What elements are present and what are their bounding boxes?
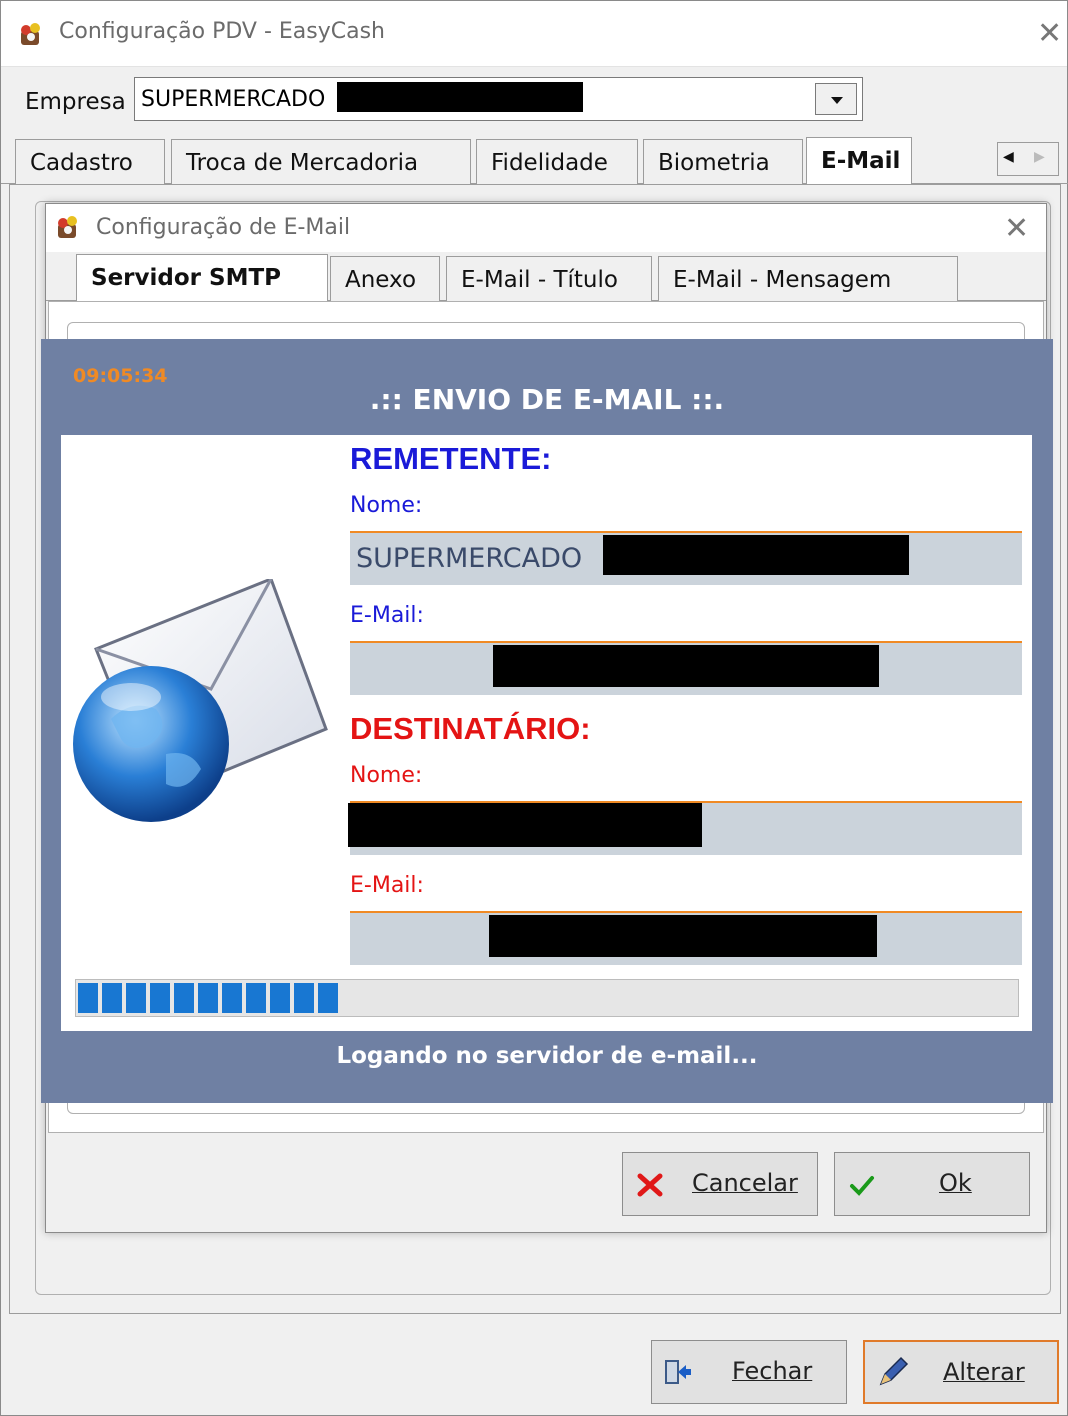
email-dialog-title: Configuração de E-Mail: [96, 215, 351, 240]
fechar-button[interactable]: Fechar: [651, 1340, 847, 1404]
progress-block: [294, 983, 314, 1013]
empresa-label: Empresa: [25, 89, 126, 115]
fechar-label: Fechar: [732, 1357, 813, 1385]
progress-block: [246, 983, 266, 1013]
tab-email-mensagem[interactable]: E-Mail - Mensagem: [658, 256, 958, 302]
progress-block: [174, 983, 194, 1013]
remetente-nome-label: Nome:: [350, 493, 423, 518]
close-icon[interactable]: ✕: [1004, 214, 1029, 244]
main-titlebar: Configuração PDV - EasyCash ✕: [1, 1, 1067, 67]
tab-troca-de-mercadoria[interactable]: Troca de Mercadoria: [171, 139, 471, 185]
scroll-left-icon[interactable]: ◀: [1003, 149, 1014, 165]
progress-block: [318, 983, 338, 1013]
scroll-right-icon[interactable]: ▶: [1034, 149, 1045, 165]
tab-servidor-smtp[interactable]: Servidor SMTP: [76, 254, 328, 302]
cancel-x-icon: [637, 1173, 663, 1197]
empresa-value: SUPERMERCADO: [141, 87, 326, 112]
empresa-select[interactable]: SUPERMERCADO: [134, 77, 863, 121]
progress-block: [270, 983, 290, 1013]
redacted-block: [493, 645, 879, 687]
progress-block: [150, 983, 170, 1013]
send-email-panel: 09:05:34 .:: ENVIO DE E-MAIL ::. REMETEN…: [41, 339, 1053, 1103]
progress-block: [198, 983, 218, 1013]
app-icon: [21, 23, 40, 45]
tab-email[interactable]: E-Mail: [806, 137, 912, 185]
email-dialog-titlebar: Configuração de E-Mail ✕: [46, 204, 1046, 252]
ok-check-icon: [850, 1176, 874, 1196]
alterar-button[interactable]: Alterar: [863, 1340, 1059, 1404]
tab-anexo[interactable]: Anexo: [330, 256, 440, 302]
destinatario-heading: DESTINATÁRIO:: [350, 711, 591, 746]
alterar-label: Alterar: [943, 1358, 1025, 1386]
progress-block: [222, 983, 242, 1013]
destinatario-nome-label: Nome:: [350, 763, 423, 788]
dropdown-arrow-icon: [831, 97, 843, 104]
progress-block: [78, 983, 98, 1013]
remetente-heading: REMETENTE:: [350, 441, 552, 476]
remetente-nome-field: SUPERMERCADO: [350, 531, 1022, 585]
tab-biometria[interactable]: Biometria: [643, 139, 803, 185]
dropdown-button[interactable]: [815, 83, 857, 115]
remetente-email-field: [350, 641, 1022, 695]
redacted-block: [348, 803, 702, 847]
progress-block: [102, 983, 122, 1013]
app-icon: [58, 216, 77, 238]
destinatario-email-label: E-Mail:: [350, 873, 424, 898]
redacted-block: [337, 82, 583, 112]
status-text: Logando no servidor de e-mail...: [336, 1043, 758, 1069]
close-icon[interactable]: ✕: [1037, 19, 1062, 49]
tab-scroller: ◀ ▶: [997, 142, 1059, 176]
email-globe-icon: [73, 579, 328, 822]
remetente-nome-value: SUPERMERCADO: [356, 543, 583, 574]
cancelar-button[interactable]: Cancelar: [622, 1152, 818, 1216]
tab-cadastro[interactable]: Cadastro: [15, 139, 165, 185]
send-heading: .:: ENVIO DE E-MAIL ::.: [369, 383, 725, 416]
exit-door-icon: [665, 1360, 691, 1384]
destinatario-email-field: [350, 911, 1022, 965]
redacted-block: [603, 535, 909, 575]
destinatario-nome-field: [348, 801, 1022, 855]
edit-pen-icon: [879, 1356, 909, 1386]
ok-button[interactable]: Ok: [834, 1152, 1030, 1216]
send-content: REMETENTE: Nome: SUPERMERCADO E-Mail: DE…: [61, 435, 1032, 1031]
tab-fidelidade[interactable]: Fidelidade: [476, 139, 638, 185]
cancelar-label: Cancelar: [692, 1169, 798, 1197]
remetente-email-label: E-Mail:: [350, 603, 424, 628]
progress-block: [126, 983, 146, 1013]
main-window-title: Configuração PDV - EasyCash: [59, 19, 385, 44]
main-window: Configuração PDV - EasyCash ✕ Empresa SU…: [0, 0, 1068, 1416]
ok-label: Ok: [939, 1169, 972, 1197]
progress-bar: [75, 979, 1019, 1017]
tab-email-titulo[interactable]: E-Mail - Título: [446, 256, 652, 302]
redacted-block: [489, 915, 877, 957]
